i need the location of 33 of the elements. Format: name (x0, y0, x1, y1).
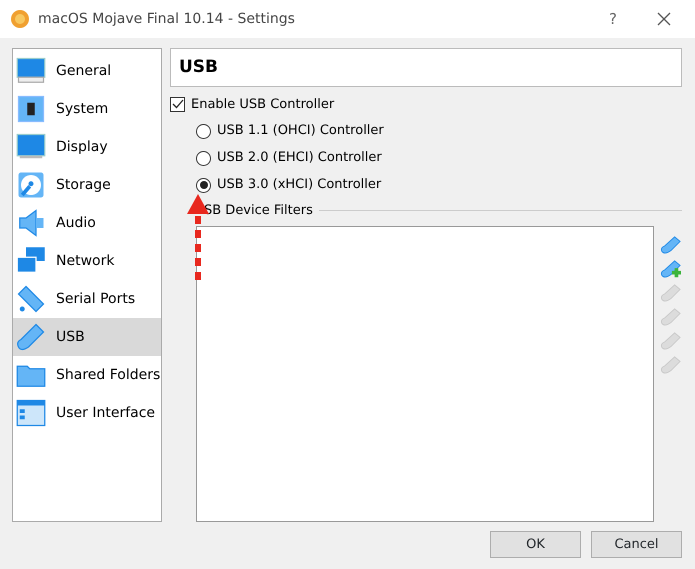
sidebar-item[interactable]: General (13, 52, 161, 90)
cancel-button[interactable]: Cancel (591, 531, 682, 558)
radio-button[interactable] (196, 124, 211, 139)
serial-port-icon (16, 284, 46, 314)
radio-button[interactable] (196, 150, 211, 166)
help-button[interactable]: ? (609, 8, 617, 30)
usb-plug-icon (16, 322, 46, 352)
sidebar-item[interactable]: Display (13, 128, 161, 166)
radio-label[interactable]: USB 3.0 (xHCI) Controller (217, 175, 382, 195)
ok-button[interactable]: OK (490, 531, 581, 558)
sidebar-item[interactable]: System (13, 90, 161, 128)
radio-label[interactable]: USB 1.1 (OHCI) Controller (217, 121, 384, 141)
app-icon (10, 9, 30, 29)
page-title: USB (179, 56, 218, 79)
close-icon[interactable] (657, 12, 671, 26)
sidebar-item[interactable]: Network (13, 242, 161, 280)
checkbox-label[interactable]: Enable USB Controller (191, 94, 334, 114)
sidebar-item[interactable]: Serial Ports (13, 280, 161, 318)
sidebar-item[interactable]: User Interface (13, 394, 161, 432)
usb-plug-icon[interactable] (660, 236, 682, 256)
radio-button[interactable] (196, 178, 211, 193)
radio-label[interactable]: USB 2.0 (EHCI) Controller (217, 148, 382, 168)
sidebar-item[interactable]: USB (13, 318, 161, 356)
speaker-icon (16, 208, 46, 238)
checkbox[interactable] (170, 96, 185, 112)
monitor-icon (16, 56, 46, 86)
usb-plug-plus-icon[interactable] (660, 260, 682, 280)
window-icon (16, 398, 46, 428)
sidebar-item[interactable]: Audio (13, 204, 161, 242)
sidebar-item[interactable]: Shared Folders (13, 356, 161, 394)
window-title: macOS Mojave Final 10.14 - Settings (38, 10, 295, 28)
chip-icon (16, 94, 46, 124)
sidebar-item[interactable]: Storage (13, 166, 161, 204)
